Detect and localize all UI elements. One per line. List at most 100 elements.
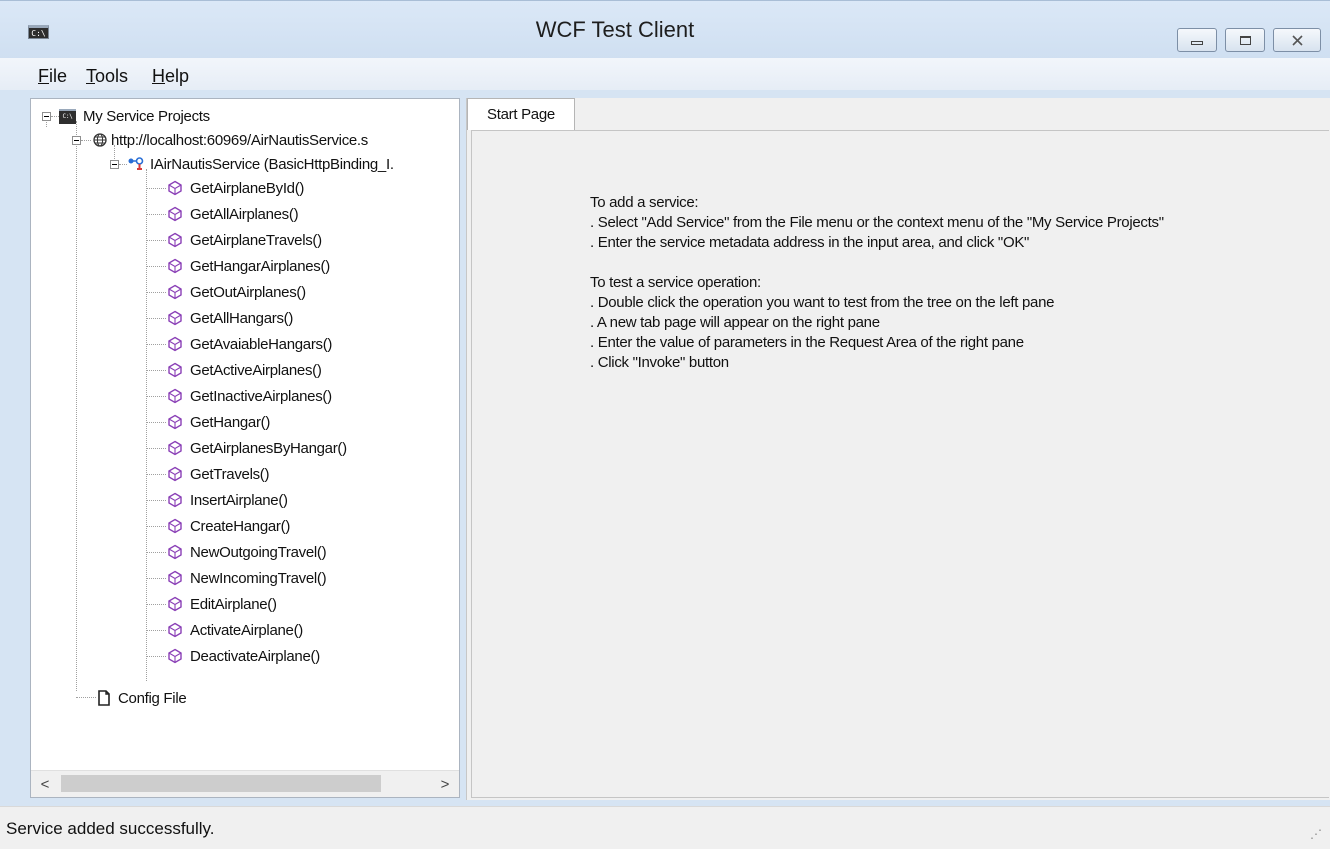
- globe-icon: [93, 133, 107, 147]
- test-operation-heading: To test a service operation:: [590, 274, 761, 291]
- operation-icon: [168, 518, 182, 534]
- maximize-button[interactable]: [1225, 28, 1265, 52]
- tree-operation-node[interactable]: CreateHangar(): [167, 514, 290, 538]
- tree-operation-node[interactable]: GetHangarAirplanes(): [167, 254, 330, 278]
- tree-operation-node[interactable]: GetAirplaneTravels(): [167, 228, 322, 252]
- operation-label: GetAllAirplanes(): [190, 205, 299, 223]
- tree-operation-node[interactable]: GetActiveAirplanes(): [167, 358, 322, 382]
- root-collapse-toggle[interactable]: [42, 112, 51, 121]
- operation-icon: [168, 596, 182, 612]
- tree-service-node[interactable]: http://localhost:60969/AirNautisService.…: [93, 128, 368, 152]
- title-bar: C:\ WCF Test Client: [0, 0, 1330, 59]
- test-step: . A new tab page will appear on the righ…: [590, 314, 880, 331]
- close-icon: [1291, 34, 1303, 46]
- menu-help[interactable]: Help: [152, 66, 189, 87]
- operation-label: DeactivateAirplane(): [190, 647, 320, 665]
- operation-icon: [168, 414, 182, 430]
- operation-icon: [168, 180, 182, 196]
- minimize-icon: [1191, 41, 1203, 45]
- tree-operation-node[interactable]: GetAirplanesByHangar(): [167, 436, 347, 460]
- operation-icon: [168, 570, 182, 586]
- menu-bar: File Tools Help: [0, 58, 1330, 90]
- tree-operation-node[interactable]: ActivateAirplane(): [167, 618, 303, 642]
- status-bar: Service added successfully. ⋰: [0, 806, 1330, 849]
- operation-label: GetTravels(): [190, 465, 270, 483]
- operation-icon: [168, 466, 182, 482]
- scrollbar-thumb[interactable]: [61, 775, 381, 792]
- operation-icon: [168, 362, 182, 378]
- tree-operation-node[interactable]: EditAirplane(): [167, 592, 277, 616]
- tree-root-label: My Service Projects: [83, 107, 210, 125]
- operation-icon: [168, 544, 182, 560]
- operation-icon: [168, 492, 182, 508]
- operation-icon: [168, 648, 182, 664]
- operation-label: GetHangarAirplanes(): [190, 257, 330, 275]
- operation-label: GetAirplaneTravels(): [190, 231, 322, 249]
- file-icon: [98, 690, 110, 706]
- operation-icon: [168, 440, 182, 456]
- operation-label: CreateHangar(): [190, 517, 291, 535]
- test-step: . Click "Invoke" button: [590, 354, 729, 371]
- operation-label: EditAirplane(): [190, 595, 277, 613]
- tree-operation-node[interactable]: GetAllAirplanes(): [167, 202, 299, 226]
- tree-operation-node[interactable]: NewOutgoingTravel(): [167, 540, 327, 564]
- tree-operation-node[interactable]: DeactivateAirplane(): [167, 644, 320, 668]
- console-icon: C:\: [59, 108, 76, 124]
- add-step: . Select "Add Service" from the File men…: [590, 214, 1164, 231]
- tree-operation-node[interactable]: GetAllHangars(): [167, 306, 293, 330]
- service-tree-pane[interactable]: C:\ My Service Projects http://localhost…: [30, 98, 460, 798]
- service-tree[interactable]: C:\ My Service Projects http://localhost…: [31, 99, 459, 771]
- operation-label: GetActiveAirplanes(): [190, 361, 322, 379]
- operation-label: GetAvaiableHangars(): [190, 335, 333, 353]
- test-step: . Double click the operation you want to…: [590, 294, 1055, 311]
- content-pane: Start Page To add a service: . Select "A…: [466, 98, 1330, 800]
- operation-label: GetAirplaneById(): [190, 179, 305, 197]
- horizontal-scrollbar[interactable]: < >: [31, 770, 459, 797]
- menu-file[interactable]: File: [38, 66, 67, 87]
- operation-label: ActivateAirplane(): [190, 621, 303, 639]
- minimize-button[interactable]: [1177, 28, 1217, 52]
- contract-collapse-toggle[interactable]: [110, 160, 119, 169]
- operation-icon: [168, 258, 182, 274]
- resize-grip-icon[interactable]: ⋰: [1310, 827, 1322, 841]
- tree-operation-node[interactable]: GetAirplaneById(): [167, 176, 304, 200]
- operation-label: GetAllHangars(): [190, 309, 294, 327]
- status-message: Service added successfully.: [6, 819, 215, 838]
- tree-operation-node[interactable]: GetTravels(): [167, 462, 269, 486]
- start-page-instructions: To add a service: . Select "Add Service"…: [590, 193, 1164, 373]
- operation-icon: [168, 284, 182, 300]
- tree-config-node[interactable]: Config File: [97, 686, 187, 710]
- scroll-left-arrow-icon[interactable]: <: [33, 772, 57, 796]
- interface-icon: [128, 157, 144, 170]
- tree-operation-node[interactable]: NewIncomingTravel(): [167, 566, 327, 590]
- start-page-body: To add a service: . Select "Add Service"…: [471, 130, 1329, 798]
- add-service-heading: To add a service:: [590, 194, 699, 211]
- operation-icon: [168, 622, 182, 638]
- tree-contract-node[interactable]: IAirNautisService (BasicHttpBinding_I.: [127, 152, 394, 176]
- tree-operation-node[interactable]: GetInactiveAirplanes(): [167, 384, 332, 408]
- scroll-right-arrow-icon[interactable]: >: [433, 772, 457, 796]
- operation-icon: [168, 310, 182, 326]
- operation-label: GetHangar(): [190, 413, 271, 431]
- contract-label: IAirNautisService (BasicHttpBinding_I.: [150, 155, 394, 173]
- test-step: . Enter the value of parameters in the R…: [590, 334, 1024, 351]
- tree-operation-node[interactable]: GetOutAirplanes(): [167, 280, 306, 304]
- tree-operation-node[interactable]: InsertAirplane(): [167, 488, 288, 512]
- tree-operation-node[interactable]: GetHangar(): [167, 410, 270, 434]
- operation-label: NewOutgoingTravel(): [190, 543, 327, 561]
- service-collapse-toggle[interactable]: [72, 136, 81, 145]
- operation-icon: [168, 336, 182, 352]
- tree-root-node[interactable]: C:\ My Service Projects: [59, 104, 210, 128]
- menu-tools[interactable]: Tools: [86, 66, 128, 87]
- service-url-label: http://localhost:60969/AirNautisService.…: [111, 131, 369, 149]
- operation-label: GetOutAirplanes(): [190, 283, 306, 301]
- config-file-label: Config File: [118, 689, 187, 707]
- tree-operation-node[interactable]: GetAvaiableHangars(): [167, 332, 332, 356]
- tab-start-page[interactable]: Start Page: [467, 98, 575, 130]
- operation-label: GetInactiveAirplanes(): [190, 387, 332, 405]
- operation-label: GetAirplanesByHangar(): [190, 439, 347, 457]
- maximize-icon: [1239, 35, 1251, 45]
- add-step: . Enter the service metadata address in …: [590, 234, 1030, 251]
- window-title: WCF Test Client: [535, 17, 695, 42]
- close-button[interactable]: [1273, 28, 1321, 52]
